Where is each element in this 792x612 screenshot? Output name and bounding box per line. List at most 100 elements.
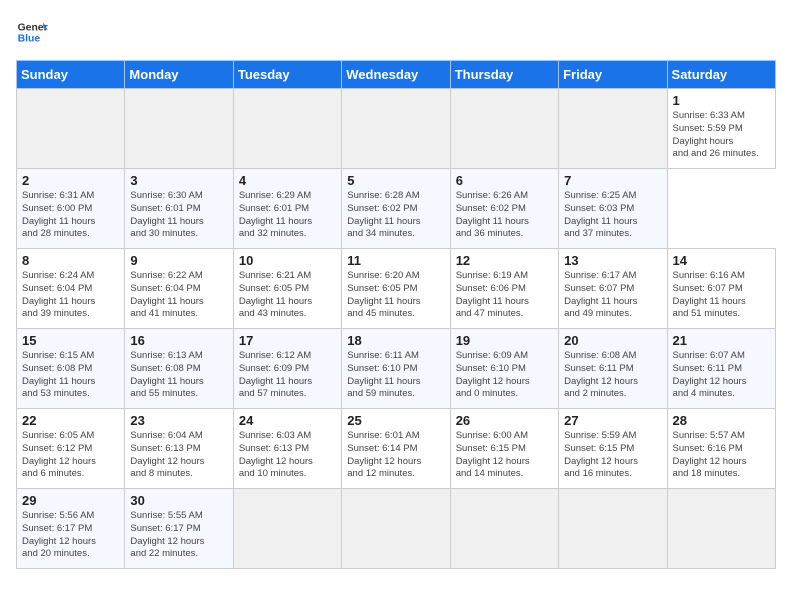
day-number: 12 [456,253,553,268]
calendar-cell: 9 Sunrise: 6:22 AMSunset: 6:04 PMDaylight… [125,249,233,329]
calendar-cell: 10Sunrise: 6:21 AMSunset: 6:05 PMDayligh… [233,249,341,329]
weekday-header-tuesday: Tuesday [233,61,341,89]
day-number: 27 [564,413,661,428]
day-info: Sunrise: 5:56 AMSunset: 6:17 PMDaylight … [22,510,119,561]
calendar-table: SundayMondayTuesdayWednesdayThursdayFrid… [16,60,776,569]
calendar-cell [233,89,341,169]
day-number: 24 [239,413,336,428]
day-info: Sunrise: 6:12 AMSunset: 6:09 PMDaylight … [239,350,336,401]
weekday-header-friday: Friday [559,61,667,89]
day-info: Sunrise: 6:09 AMSunset: 6:10 PMDaylight … [456,350,553,401]
day-number: 18 [347,333,444,348]
calendar-cell: 2 Sunrise: 6:31 AMSunset: 6:00 PMDaylight… [17,169,125,249]
day-info: Sunrise: 6:03 AMSunset: 6:13 PMDaylight … [239,430,336,481]
day-number: 4 [239,173,336,188]
calendar-cell: 22Sunrise: 6:05 AMSunset: 6:12 PMDayligh… [17,409,125,489]
logo-icon: General Blue [16,16,48,48]
day-info: Sunrise: 6:28 AMSunset: 6:02 PMDaylight … [347,190,444,241]
page-header: General Blue [16,16,776,48]
weekday-header-monday: Monday [125,61,233,89]
day-info: Sunrise: 5:57 AMSunset: 6:16 PMDaylight … [673,430,770,481]
day-info: Sunrise: 6:16 AMSunset: 6:07 PMDaylight … [673,270,770,321]
calendar-cell: 30 Sunrise: 5:55 AMSunset: 6:17 PMDayligh… [125,489,233,569]
calendar-cell: 6 Sunrise: 6:26 AMSunset: 6:02 PMDaylight… [450,169,558,249]
calendar-cell: 17 Sunrise: 6:12 AMSunset: 6:09 PMDayligh… [233,329,341,409]
calendar-cell: 5 Sunrise: 6:28 AMSunset: 6:02 PMDaylight… [342,169,450,249]
day-info: Sunrise: 6:07 AMSunset: 6:11 PMDaylight … [673,350,770,401]
day-number: 22 [22,413,119,428]
day-info: Sunrise: 6:11 AMSunset: 6:10 PMDaylight … [347,350,444,401]
calendar-cell: 12 Sunrise: 6:19 AMSunset: 6:06 PMDayligh… [450,249,558,329]
logo: General Blue [16,16,48,48]
calendar-cell [450,489,558,569]
calendar-cell: 24 Sunrise: 6:03 AMSunset: 6:13 PMDayligh… [233,409,341,489]
calendar-cell: 16Sunrise: 6:13 AMSunset: 6:08 PMDayligh… [125,329,233,409]
day-number: 14 [673,253,770,268]
calendar-cell: 26Sunrise: 6:00 AMSunset: 6:15 PMDayligh… [450,409,558,489]
calendar-cell [342,89,450,169]
calendar-cell [559,489,667,569]
day-number: 10 [239,253,336,268]
calendar-cell: 29 Sunrise: 5:56 AMSunset: 6:17 PMDayligh… [17,489,125,569]
calendar-cell: 28 Sunrise: 5:57 AMSunset: 6:16 PMDayligh… [667,409,775,489]
day-info: Sunrise: 6:33 AMSunset: 5:59 PMDaylight … [673,110,770,161]
day-number: 13 [564,253,661,268]
day-number: 29 [22,493,119,508]
day-number: 8 [22,253,119,268]
calendar-cell: 3 Sunrise: 6:30 AMSunset: 6:01 PMDaylight… [125,169,233,249]
calendar-cell: 21 Sunrise: 6:07 AMSunset: 6:11 PMDayligh… [667,329,775,409]
day-info: Sunrise: 6:29 AMSunset: 6:01 PMDaylight … [239,190,336,241]
calendar-cell [125,89,233,169]
day-info: Sunrise: 6:26 AMSunset: 6:02 PMDaylight … [456,190,553,241]
calendar-cell: 19Sunrise: 6:09 AMSunset: 6:10 PMDayligh… [450,329,558,409]
calendar-cell [233,489,341,569]
calendar-cell: 11Sunrise: 6:20 AMSunset: 6:05 PMDayligh… [342,249,450,329]
calendar-cell: 23 Sunrise: 6:04 AMSunset: 6:13 PMDayligh… [125,409,233,489]
weekday-header-sunday: Sunday [17,61,125,89]
day-info: Sunrise: 5:59 AMSunset: 6:15 PMDaylight … [564,430,661,481]
day-info: Sunrise: 6:25 AMSunset: 6:03 PMDaylight … [564,190,661,241]
day-number: 21 [673,333,770,348]
day-number: 9 [130,253,227,268]
calendar-cell: 20Sunrise: 6:08 AMSunset: 6:11 PMDayligh… [559,329,667,409]
calendar-cell: 25 Sunrise: 6:01 AMSunset: 6:14 PMDayligh… [342,409,450,489]
day-info: Sunrise: 5:55 AMSunset: 6:17 PMDaylight … [130,510,227,561]
calendar-cell [17,89,125,169]
day-number: 17 [239,333,336,348]
svg-text:Blue: Blue [18,34,41,45]
calendar-header: SundayMondayTuesdayWednesdayThursdayFrid… [17,61,776,89]
calendar-cell [559,89,667,169]
day-info: Sunrise: 6:01 AMSunset: 6:14 PMDaylight … [347,430,444,481]
calendar-cell: 1 Sunrise: 6:33 AMSunset: 5:59 PMDaylight… [667,89,775,169]
day-info: Sunrise: 6:22 AMSunset: 6:04 PMDaylight … [130,270,227,321]
day-number: 7 [564,173,661,188]
calendar-cell: 4 Sunrise: 6:29 AMSunset: 6:01 PMDaylight… [233,169,341,249]
day-number: 25 [347,413,444,428]
day-number: 6 [456,173,553,188]
calendar-cell: 14 Sunrise: 6:16 AMSunset: 6:07 PMDayligh… [667,249,775,329]
day-info: Sunrise: 6:17 AMSunset: 6:07 PMDaylight … [564,270,661,321]
day-number: 23 [130,413,227,428]
day-info: Sunrise: 6:31 AMSunset: 6:00 PMDaylight … [22,190,119,241]
day-number: 1 [673,93,770,108]
day-info: Sunrise: 6:30 AMSunset: 6:01 PMDaylight … [130,190,227,241]
weekday-header-thursday: Thursday [450,61,558,89]
calendar-cell: 7 Sunrise: 6:25 AMSunset: 6:03 PMDaylight… [559,169,667,249]
weekday-header-wednesday: Wednesday [342,61,450,89]
day-number: 2 [22,173,119,188]
calendar-cell: 15 Sunrise: 6:15 AMSunset: 6:08 PMDayligh… [17,329,125,409]
calendar-cell [450,89,558,169]
day-number: 5 [347,173,444,188]
day-number: 30 [130,493,227,508]
day-info: Sunrise: 6:00 AMSunset: 6:15 PMDaylight … [456,430,553,481]
day-info: Sunrise: 6:04 AMSunset: 6:13 PMDaylight … [130,430,227,481]
day-info: Sunrise: 6:13 AMSunset: 6:08 PMDaylight … [130,350,227,401]
day-number: 3 [130,173,227,188]
day-info: Sunrise: 6:19 AMSunset: 6:06 PMDaylight … [456,270,553,321]
calendar-cell: 18 Sunrise: 6:11 AMSunset: 6:10 PMDayligh… [342,329,450,409]
day-info: Sunrise: 6:15 AMSunset: 6:08 PMDaylight … [22,350,119,401]
day-number: 15 [22,333,119,348]
day-number: 28 [673,413,770,428]
day-info: Sunrise: 6:24 AMSunset: 6:04 PMDaylight … [22,270,119,321]
weekday-header-saturday: Saturday [667,61,775,89]
